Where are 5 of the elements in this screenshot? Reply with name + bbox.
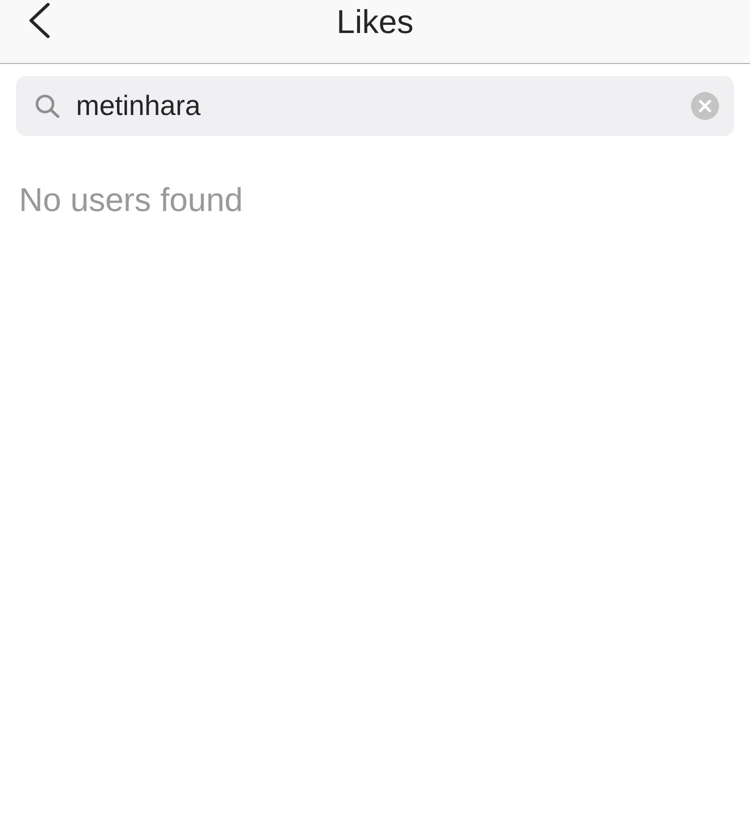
search-field[interactable]: metinhara (16, 76, 734, 136)
page-title: Likes (336, 2, 414, 42)
empty-message: No users found (19, 180, 243, 220)
search-icon (35, 94, 60, 118)
back-button[interactable] (28, 3, 50, 38)
